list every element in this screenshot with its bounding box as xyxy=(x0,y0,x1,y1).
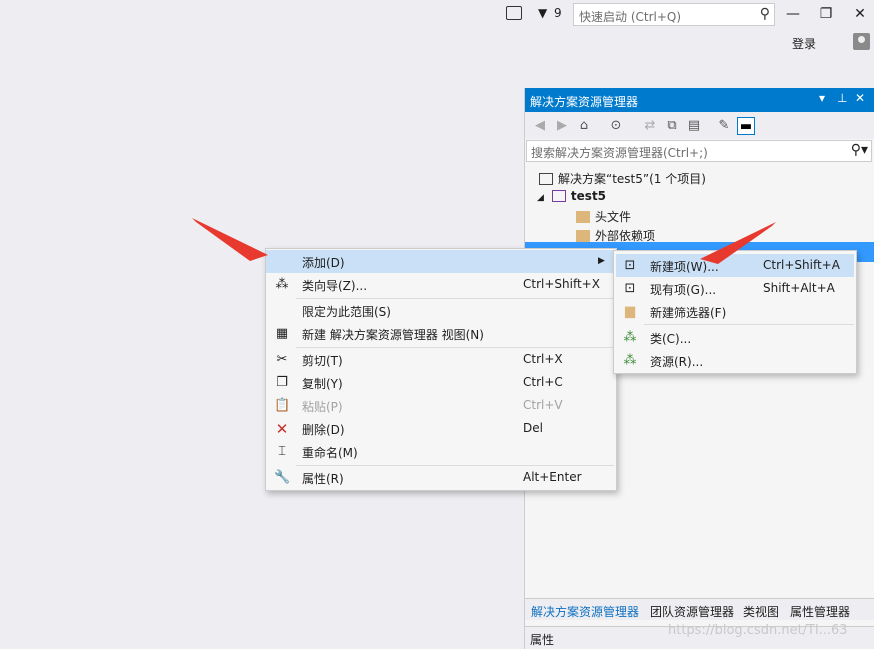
arrow-to-add xyxy=(192,218,268,261)
annotation-arrows xyxy=(192,218,776,264)
watermark: https://blog.csdn.net/Tl...63 xyxy=(668,623,848,638)
arrow-to-new-item xyxy=(700,222,776,264)
